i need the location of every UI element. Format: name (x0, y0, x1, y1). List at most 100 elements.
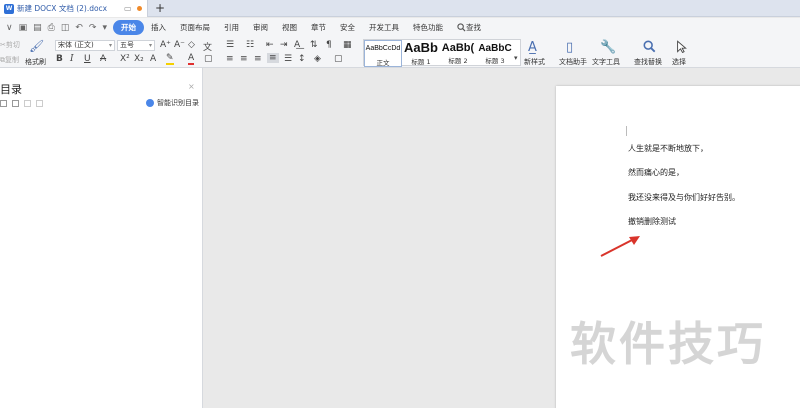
export-icon[interactable]: ▤ (33, 23, 42, 33)
chevron-down-icon: ▾ (148, 42, 152, 49)
margin-mark (626, 126, 627, 136)
font-size-select[interactable]: 五号 ▾ (117, 40, 155, 51)
redo-icon[interactable]: ↷ (89, 23, 97, 33)
search-icon (457, 23, 466, 32)
new-tab-button[interactable]: + (155, 1, 165, 15)
print-preview-icon[interactable]: ◫ (61, 23, 70, 33)
format-painter-icon[interactable]: 🖌 (29, 39, 44, 53)
expand-all-icon[interactable] (0, 100, 7, 107)
tab-strip: W 新建 DOCX 文档 (2).docx ▭ + (0, 0, 800, 17)
find-replace-icon[interactable] (643, 40, 656, 53)
char-border-icon[interactable]: ▢ (204, 54, 213, 64)
tab-security[interactable]: 安全 (333, 22, 362, 33)
print-icon[interactable]: ⎙ (48, 23, 55, 33)
chinese-layout-icon[interactable]: A͟ (294, 40, 300, 50)
tab-features[interactable]: 特色功能 (406, 22, 450, 33)
style-heading-1-sample: AaBb (404, 40, 438, 55)
italic-icon[interactable]: I (70, 54, 74, 64)
sort-icon[interactable]: ⇅ (310, 40, 318, 50)
align-left-icon[interactable]: ≡ (226, 54, 234, 64)
style-heading-1-name: 标题 1 (411, 58, 431, 66)
style-heading-2[interactable]: AaBb( 标题 2 (440, 40, 476, 67)
smart-toc-icon (146, 99, 154, 107)
menu-chevron-icon[interactable]: ∨ (6, 23, 13, 33)
chevron-down-icon: ▾ (108, 42, 112, 49)
cut-button[interactable]: ✂剪切 (0, 40, 20, 50)
unsaved-dot-icon (137, 6, 142, 11)
shrink-font-icon[interactable]: A⁻ (174, 40, 185, 50)
tab-references[interactable]: 引用 (217, 22, 246, 33)
style-gallery-more-icon[interactable]: ▾ (514, 54, 518, 62)
tab-home[interactable]: 开始 (112, 20, 144, 35)
text-effect-icon[interactable]: A (150, 54, 156, 64)
numbered-list-icon[interactable]: ☷ (246, 40, 254, 50)
style-normal-sample: AaBbCcDd (365, 45, 401, 52)
underline-icon[interactable]: U (84, 54, 91, 64)
customize-icon[interactable]: ▾ (102, 23, 107, 33)
doc-line-4[interactable]: 撤销删除测试 (628, 216, 676, 227)
clear-format-icon[interactable]: ◇ (188, 40, 195, 50)
demote-icon[interactable] (36, 100, 43, 107)
doc-line-3[interactable]: 我还没来得及与你们好好告别。 (628, 192, 740, 203)
tab-view[interactable]: 视图 (275, 22, 304, 33)
font-family-select[interactable]: 宋体 (正文) ▾ (55, 40, 115, 51)
strikethrough-icon[interactable]: A (100, 54, 106, 64)
tab-insert[interactable]: 插入 (144, 22, 173, 33)
watermark: 软件技巧 (570, 317, 766, 371)
style-heading-1[interactable]: AaBb 标题 1 (403, 40, 439, 67)
doc-helper-icon[interactable]: ▯ (566, 40, 573, 55)
ribbon-toolbar: ✂剪切 ⧉复制 🖌 格式刷 宋体 (正文) ▾ 五号 ▾ A⁺ A⁻ ◇ 文 B I… (0, 37, 800, 68)
subscript-icon[interactable]: X₂ (134, 54, 144, 64)
monitor-icon[interactable]: ▭ (124, 4, 132, 13)
style-heading-3[interactable]: AaBbC 标题 3 (477, 40, 513, 67)
menu-search-label: 查找 (465, 23, 481, 32)
table-border-icon[interactable]: ▦ (343, 40, 352, 50)
decrease-indent-icon[interactable]: ⇤ (266, 40, 274, 50)
style-heading-2-sample: AaBb( (441, 42, 475, 54)
grow-font-icon[interactable]: A⁺ (160, 40, 171, 50)
superscript-icon[interactable]: X² (120, 54, 130, 64)
show-marks-icon[interactable]: ¶ (326, 40, 332, 50)
cut-label: 剪切 (5, 41, 20, 49)
border-icon[interactable]: ▢ (334, 54, 343, 64)
font-color-icon[interactable]: A (188, 54, 195, 65)
text-tools-icon[interactable]: 🔧 (600, 40, 616, 55)
tab-review[interactable]: 审阅 (246, 22, 275, 33)
select-cursor-icon[interactable] (676, 40, 687, 53)
tab-page-layout[interactable]: 页面布局 (173, 22, 217, 33)
close-icon[interactable]: × (188, 82, 195, 91)
increase-indent-icon[interactable]: ⇥ (280, 40, 288, 50)
bold-icon[interactable]: B (56, 54, 63, 64)
text-tools-label: 文字工具 (592, 58, 620, 66)
font-family-value: 宋体 (正文) (58, 41, 94, 49)
align-right-icon[interactable]: ≡ (254, 54, 262, 64)
shading-icon[interactable]: ◈ (314, 54, 321, 64)
smart-toc-button[interactable]: 智能识别目录 (146, 98, 199, 108)
justify-icon[interactable]: ≡ (267, 53, 279, 63)
highlight-icon[interactable]: ✎ (166, 54, 174, 65)
align-center-icon[interactable]: ≡ (240, 54, 248, 64)
bullet-list-icon[interactable]: ☰ (226, 40, 234, 50)
doc-line-2[interactable]: 然而痛心的是， (628, 167, 684, 178)
doc-line-1[interactable]: 人生就是不断地放下， (628, 143, 708, 154)
document-tab-title: 新建 DOCX 文档 (2).docx (17, 4, 108, 13)
undo-icon[interactable]: ↶ (75, 23, 83, 33)
toc-title: 目录 (0, 83, 22, 96)
copy-label: 复制 (5, 56, 19, 64)
menu-search[interactable]: 查找 (450, 22, 488, 33)
tab-section[interactable]: 章节 (304, 22, 333, 33)
select-label: 选择 (672, 58, 686, 66)
copy-button[interactable]: ⧉复制 (0, 55, 19, 65)
tab-developer[interactable]: 开发工具 (362, 22, 406, 33)
save-icon[interactable]: ▣ (19, 23, 28, 33)
distribute-icon[interactable]: ☰ (284, 54, 292, 64)
style-gallery: AaBbCcDd 正文 AaBb 标题 1 AaBb( 标题 2 AaBbC 标… (363, 39, 521, 67)
toc-pane: 目录 × 智能识别目录 (0, 68, 203, 408)
collapse-all-icon[interactable] (12, 100, 19, 107)
smart-toc-label: 智能识别目录 (157, 99, 199, 107)
new-style-icon[interactable]: A̲ (528, 40, 537, 55)
line-spacing-icon[interactable]: ↕ (298, 54, 306, 64)
phonetic-icon[interactable]: 文 (203, 40, 212, 53)
style-normal[interactable]: AaBbCcDd 正文 (364, 40, 402, 67)
promote-icon[interactable] (24, 100, 31, 107)
